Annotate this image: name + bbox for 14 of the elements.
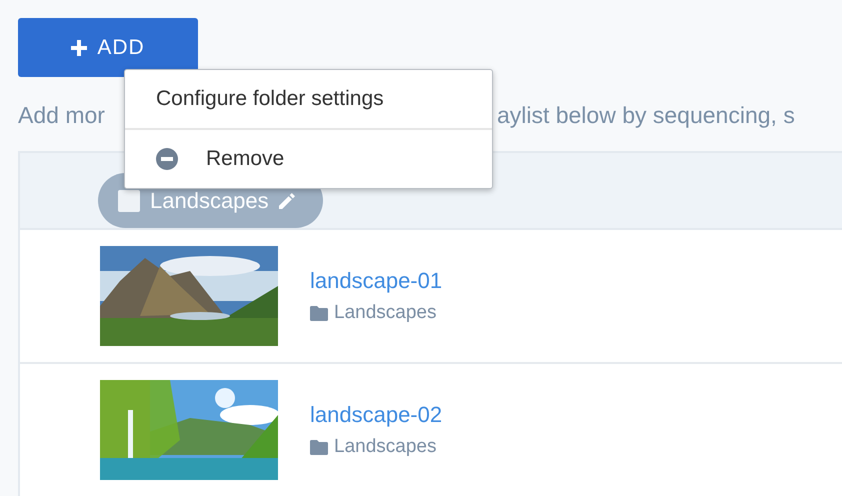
folder-name: Landscapes [334, 436, 436, 458]
folder-icon [310, 306, 328, 320]
pencil-icon [278, 192, 295, 208]
folder-icon [310, 440, 328, 454]
description-text: aylist below by sequencing, s [496, 102, 795, 128]
checkbox-icon [118, 190, 140, 212]
item-title-link[interactable]: landscape-01 [310, 268, 442, 294]
description-text: Add mor [18, 102, 105, 128]
folder-name: Landscapes [334, 302, 436, 324]
menu-item[interactable]: Remove [125, 128, 492, 188]
item-title-link[interactable]: landscape-02 [310, 402, 442, 428]
add-button[interactable]: ADD [18, 18, 198, 77]
minus-circle-icon [156, 148, 178, 170]
plus-icon [71, 40, 88, 56]
